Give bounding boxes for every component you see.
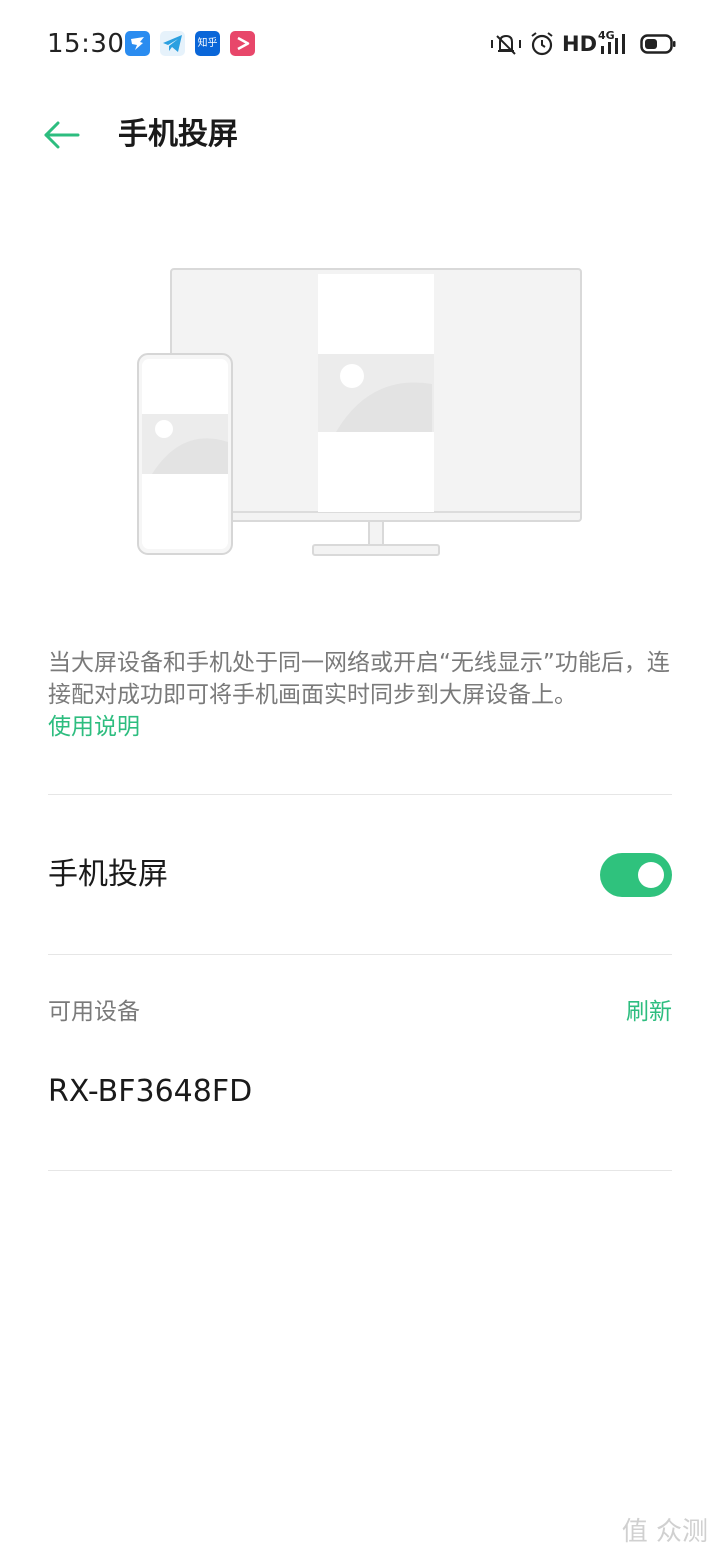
back-button[interactable]: [40, 113, 84, 157]
phone-illustration: [137, 353, 233, 555]
screen-cast-illustration: [130, 262, 590, 562]
available-devices-title: 可用设备: [48, 999, 140, 1025]
device-name: RX-BF3648FD: [48, 1074, 253, 1109]
battery-icon: [640, 34, 676, 54]
arrow-left-icon: [44, 121, 80, 149]
refresh-button[interactable]: 刷新: [626, 996, 672, 1028]
status-bar: 15:30 知乎 HD 4G: [0, 0, 720, 88]
screen-cast-label: 手机投屏: [48, 857, 168, 892]
status-time: 15:30: [47, 29, 125, 59]
divider: [48, 954, 672, 955]
dingtalk-icon: [125, 31, 150, 56]
mute-vibrate-icon: [491, 34, 521, 55]
toggle-knob: [638, 862, 664, 888]
page-title: 手机投屏: [118, 117, 238, 152]
signal-icon: [601, 34, 625, 54]
divider: [48, 1170, 672, 1171]
divider: [48, 794, 672, 795]
description-text: 当大屏设备和手机处于同一网络或开启“无线显示”功能后，连接配对成功即可将手机画面…: [48, 650, 670, 708]
screen-cast-toggle[interactable]: [600, 853, 672, 897]
screen-cast-toggle-row[interactable]: 手机投屏: [0, 796, 720, 954]
app-bar: 手机投屏: [0, 95, 720, 175]
alarm-icon: [531, 32, 553, 56]
video-app-icon: [230, 31, 255, 56]
zhihu-icon: 知乎: [195, 31, 220, 56]
zhihu-label: 知乎: [197, 38, 218, 49]
device-list-item[interactable]: RX-BF3648FD: [0, 1052, 720, 1132]
telegram-icon: [160, 31, 185, 56]
watermark: 值 众测: [621, 1517, 708, 1547]
network-label: HD: [562, 32, 598, 56]
help-link[interactable]: 使用说明: [48, 711, 140, 743]
